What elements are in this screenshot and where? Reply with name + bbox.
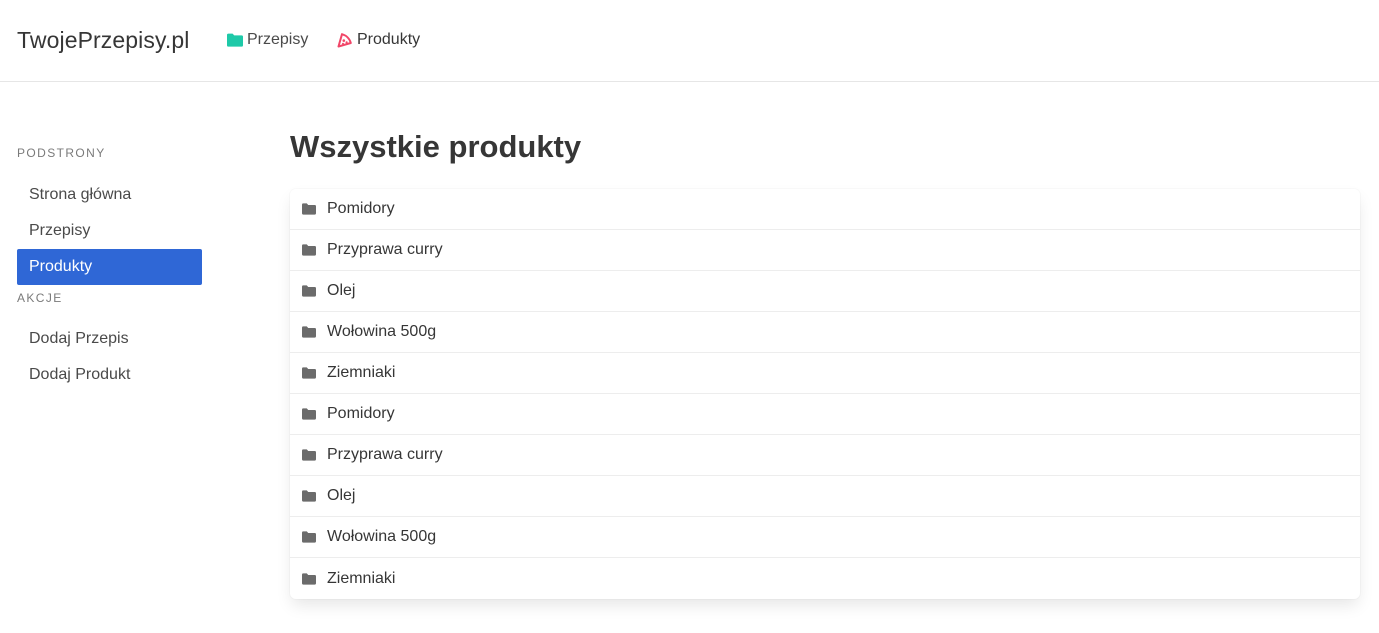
product-name: Olej <box>327 487 356 504</box>
nav-link-label: Produkty <box>357 31 421 48</box>
product-list-item[interactable]: Olej <box>290 271 1360 312</box>
product-list-item[interactable]: Olej <box>290 476 1360 517</box>
product-list-item[interactable]: Przyprawa curry <box>290 435 1360 476</box>
product-list-item[interactable]: Przyprawa curry <box>290 230 1360 271</box>
sidebar-menu: Podstrony Strona główna Przepisy Produkt… <box>17 146 202 393</box>
nav-link-label: Przepisy <box>247 31 309 48</box>
product-list-item[interactable]: Pomidory <box>290 394 1360 435</box>
nav-link-produkty[interactable]: Produkty <box>337 29 420 51</box>
folder-icon <box>302 367 318 379</box>
product-list-item[interactable]: Wołowina 500g <box>290 312 1360 353</box>
sidebar-item-dodaj-przepis[interactable]: Dodaj Przepis <box>17 321 202 357</box>
sidebar-item-produkty[interactable]: Produkty <box>17 249 202 285</box>
product-name: Wołowina 500g <box>327 323 437 340</box>
folder-icon <box>302 490 318 502</box>
folder-icon <box>302 326 318 338</box>
folder-icon <box>302 244 318 256</box>
folder-icon <box>302 203 318 215</box>
product-name: Ziemniaki <box>327 364 396 381</box>
folder-icon <box>302 449 318 461</box>
menu-list-podstrony: Strona główna Przepisy Produkty <box>17 177 202 285</box>
pizza-icon <box>337 32 353 48</box>
sidebar-item-przepisy[interactable]: Przepisy <box>17 213 202 249</box>
menu-list-akcje: Dodaj Przepis Dodaj Produkt <box>17 321 202 393</box>
folder-icon <box>302 285 318 297</box>
product-name: Przyprawa curry <box>327 241 443 258</box>
nav-link-przepisy[interactable]: Przepisy <box>227 29 308 51</box>
product-list-item[interactable]: Pomidory <box>290 189 1360 230</box>
top-navbar: TwojePrzepisy.pl Przepisy Produkty <box>0 0 1379 82</box>
product-list-item[interactable]: Ziemniaki <box>290 353 1360 394</box>
product-name: Ziemniaki <box>327 569 396 587</box>
folder-icon <box>302 531 318 543</box>
page-title: Wszystkie produkty <box>290 129 582 164</box>
product-name: Olej <box>327 282 356 299</box>
product-name: Pomidory <box>327 405 395 422</box>
products-panel: Pomidory Przyprawa curry Olej Wołowina 500g… <box>290 189 1360 599</box>
product-name: Wołowina 500g <box>327 528 437 545</box>
menu-label-akcje: Akcje <box>17 291 63 305</box>
product-list-item[interactable]: Ziemniaki <box>290 558 1360 599</box>
sidebar-item-strona-glowna[interactable]: Strona główna <box>17 177 202 213</box>
menu-label-podstrony: Podstrony <box>17 146 106 160</box>
folder-icon <box>302 572 318 585</box>
folder-icon <box>302 408 318 420</box>
sidebar-item-dodaj-produkt[interactable]: Dodaj Produkt <box>17 357 202 393</box>
folder-icon <box>227 33 243 47</box>
brand-logo-link[interactable]: TwojePrzepisy.pl <box>17 26 189 54</box>
product-name: Pomidory <box>327 200 395 217</box>
product-name: Przyprawa curry <box>327 446 443 463</box>
product-list-item[interactable]: Wołowina 500g <box>290 517 1360 558</box>
